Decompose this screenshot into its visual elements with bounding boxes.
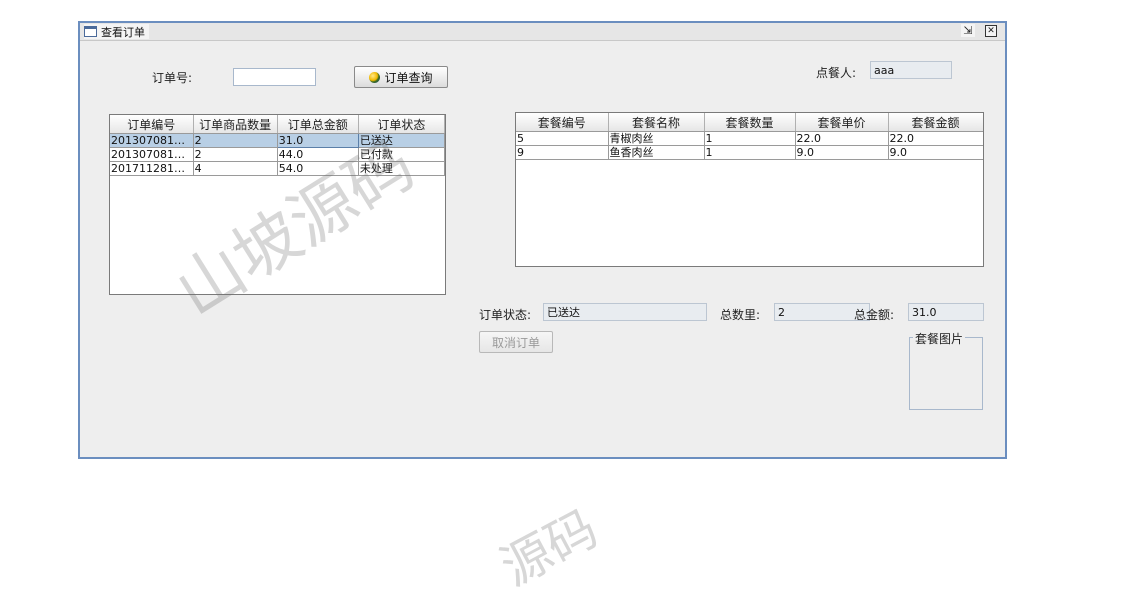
orders-header[interactable]: 订单状态 xyxy=(358,115,445,134)
order-no-label: 订单号: xyxy=(152,71,193,85)
restore-icon[interactable]: ⇲ xyxy=(961,24,975,37)
diner-field[interactable] xyxy=(870,61,952,79)
table-cell: 2 xyxy=(193,147,278,162)
order-no-input[interactable] xyxy=(233,68,316,86)
orders-header[interactable]: 订单编号 xyxy=(110,115,194,134)
table-cell: 青椒肉丝 xyxy=(608,131,705,146)
orders-header[interactable]: 订单商品数量 xyxy=(193,115,278,134)
table-row[interactable]: 9 鱼香肉丝 1 9.0 9.0 xyxy=(516,145,983,160)
table-cell: 54.0 xyxy=(277,161,359,176)
table-cell: 已付款 xyxy=(358,147,445,162)
meals-header[interactable]: 套餐数量 xyxy=(704,113,796,132)
order-window: 查看订单 ⇲ ✕ 订单号: 订单查询 点餐人: 订单编号订单商品数量订单总金额订… xyxy=(78,21,1007,459)
table-cell: 20130708110... xyxy=(110,147,194,162)
table-cell: 9 xyxy=(516,145,609,160)
table-cell: 鱼香肉丝 xyxy=(608,145,705,160)
total-amount-label: 总金额: xyxy=(854,308,895,322)
orders-table[interactable]: 订单编号 订单商品数量 订单总金额 订单状态 20130708110... 2 31.0 已… xyxy=(109,114,446,295)
table-cell: 5 xyxy=(516,131,609,146)
title-bar[interactable]: 查看订单 ⇲ ✕ xyxy=(80,23,1005,41)
table-cell: 9.0 xyxy=(795,145,889,160)
cancel-order-button[interactable]: 取消订单 xyxy=(479,331,553,353)
order-status-field[interactable] xyxy=(543,303,707,321)
meals-header[interactable]: 套餐编号 xyxy=(516,113,609,132)
table-cell: 20171128140... xyxy=(110,161,194,176)
window-title: 查看订单 xyxy=(101,25,145,39)
table-row[interactable]: 5 青椒肉丝 1 22.0 22.0 xyxy=(516,131,983,146)
diner-label: 点餐人: xyxy=(816,66,857,80)
table-row[interactable]: 20130708110... 2 31.0 已送达 xyxy=(110,133,445,148)
orders-header[interactable]: 订单总金额 xyxy=(277,115,359,134)
table-cell: 22.0 xyxy=(888,131,983,146)
order-status-label: 订单状态: xyxy=(479,308,532,322)
table-cell: 44.0 xyxy=(277,147,359,162)
table-cell: 1 xyxy=(704,131,796,146)
watermark-small: 源码 xyxy=(491,499,607,598)
total-qty-label: 总数里: xyxy=(720,308,761,322)
window-icon xyxy=(84,26,97,37)
meals-header[interactable]: 套餐名称 xyxy=(608,113,705,132)
table-cell: 9.0 xyxy=(888,145,983,160)
table-row[interactable]: 20130708110... 2 44.0 已付款 xyxy=(110,147,445,162)
table-cell: 1 xyxy=(704,145,796,160)
query-icon xyxy=(369,71,381,83)
table-row[interactable]: 20171128140... 4 54.0 未处理 xyxy=(110,161,445,176)
meals-header[interactable]: 套餐金额 xyxy=(888,113,983,132)
order-query-button[interactable]: 订单查询 xyxy=(354,66,448,88)
table-cell: 未处理 xyxy=(358,161,445,176)
total-amount-field[interactable] xyxy=(908,303,984,321)
table-cell: 2 xyxy=(193,133,278,148)
table-cell: 20130708110... xyxy=(110,133,194,148)
meals-table[interactable]: 套餐编号 套餐名称 套餐数量 套餐单价 套餐金额 5 青椒肉丝 1 22.0 22.0 9 鱼香肉丝… xyxy=(515,112,984,267)
close-icon[interactable]: ✕ xyxy=(985,25,997,37)
meal-image-box: 套餐图片 xyxy=(909,330,983,410)
table-cell: 22.0 xyxy=(795,131,889,146)
table-cell: 4 xyxy=(193,161,278,176)
meal-image-label: 套餐图片 xyxy=(913,330,966,347)
table-cell: 已送达 xyxy=(358,133,445,148)
meals-header[interactable]: 套餐单价 xyxy=(795,113,889,132)
table-cell: 31.0 xyxy=(276,133,359,148)
